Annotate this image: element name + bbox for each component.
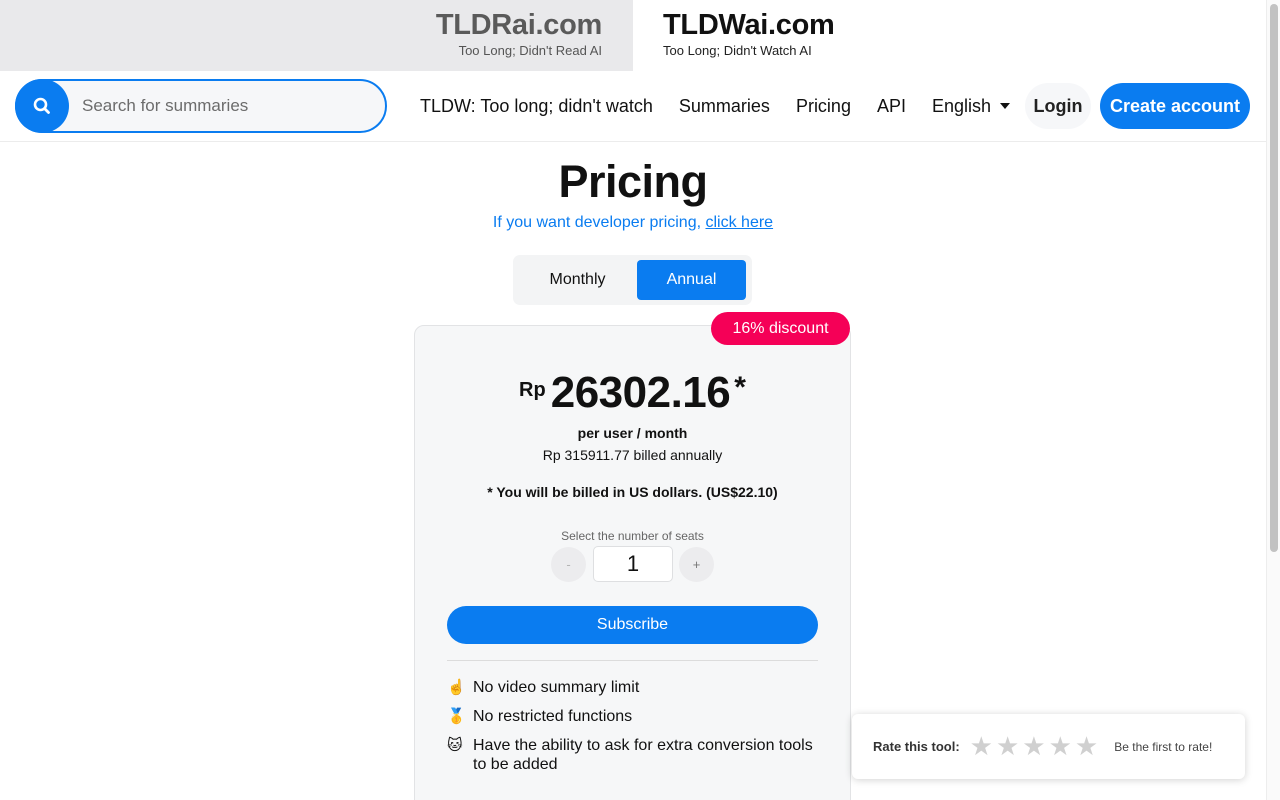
search-input[interactable] — [82, 96, 372, 116]
seats-input[interactable] — [593, 546, 673, 582]
discount-badge: 16% discount — [711, 312, 850, 345]
nav-link-api[interactable]: API — [877, 96, 906, 117]
page-scrollbar[interactable] — [1266, 0, 1280, 800]
feature-text: Have the ability to ask for extra conver… — [473, 737, 813, 773]
price-period: per user / month — [577, 425, 688, 441]
developer-pricing-text: If you want developer pricing, — [492, 214, 706, 231]
star-icon[interactable]: ★ — [1075, 734, 1098, 760]
subscribe-button[interactable]: Subscribe — [447, 606, 818, 644]
rating-widget: Rate this tool: ★ ★ ★ ★ ★ Be the first t… — [852, 714, 1245, 779]
feature-text: No video summary limit — [473, 679, 640, 696]
search-icon — [33, 97, 50, 114]
language-dropdown[interactable]: English — [931, 96, 1011, 117]
star-icon[interactable]: ★ — [996, 734, 1019, 760]
seats-increment-button[interactable]: + — [679, 547, 714, 582]
feature-item: 🐱 Have the ability to ask for extra conv… — [447, 736, 819, 774]
star-icon[interactable]: ★ — [1022, 734, 1045, 760]
price-amount: 26302.16 — [550, 368, 731, 417]
price: Rp 26302.16 * — [414, 368, 851, 418]
billing-monthly-option[interactable]: Monthly — [518, 260, 637, 300]
site-switcher: TLDRai.com Too Long; Didn't Read AI TLDW… — [0, 0, 1266, 71]
site-tab-tldwai[interactable]: TLDWai.com Too Long; Didn't Watch AI — [633, 0, 1266, 71]
divider — [447, 660, 818, 661]
pointing-up-icon: ☝️ — [447, 678, 466, 696]
price-currency: Rp — [519, 379, 546, 401]
nav-links: TLDW: Too long; didn't watch Summaries P… — [420, 71, 1011, 142]
price-asterisk: * — [734, 371, 746, 404]
create-account-button[interactable]: Create account — [1100, 83, 1250, 129]
search-button[interactable] — [15, 79, 69, 133]
site-tab-name: TLDWai.com — [663, 9, 835, 41]
developer-pricing-note: If you want developer pricing, click her… — [0, 214, 1266, 232]
feature-item: 🥇 No restricted functions — [447, 707, 819, 726]
feature-text: No restricted functions — [473, 708, 633, 725]
site-tab-subtitle: Too Long; Didn't Watch AI — [663, 43, 812, 58]
scrollbar-thumb[interactable] — [1270, 4, 1278, 552]
nav-link-summaries[interactable]: Summaries — [679, 96, 770, 117]
cat-icon: 🐱 — [447, 736, 463, 754]
billing-annual-option[interactable]: Annual — [637, 260, 746, 300]
login-button[interactable]: Login — [1025, 83, 1091, 129]
nav-link-tldw[interactable]: TLDW: Too long; didn't watch — [420, 96, 653, 117]
rating-stars: ★ ★ ★ ★ ★ — [970, 734, 1102, 760]
usd-billing-note: * You will be billed in US dollars. (US$… — [487, 484, 778, 500]
star-icon[interactable]: ★ — [970, 734, 993, 760]
medal-icon: 🥇 — [447, 707, 466, 725]
site-tab-tldrai[interactable]: TLDRai.com Too Long; Didn't Read AI — [0, 0, 633, 71]
site-tab-name: TLDRai.com — [435, 9, 602, 41]
feature-item: ☝️ No video summary limit — [447, 678, 819, 697]
rating-label: Rate this tool: — [873, 739, 960, 754]
seats-label: Select the number of seats — [561, 529, 704, 543]
navbar: TLDW: Too long; didn't watch Summaries P… — [0, 71, 1266, 142]
billing-toggle: Monthly Annual — [513, 255, 752, 305]
nav-link-pricing[interactable]: Pricing — [796, 96, 851, 117]
site-tab-subtitle: Too Long; Didn't Read AI — [458, 43, 602, 58]
rating-note: Be the first to rate! — [1114, 739, 1213, 754]
billed-annually-text: Rp 315911.77 billed annually — [542, 447, 723, 463]
search-bar — [15, 79, 387, 133]
page-title: Pricing — [558, 156, 708, 207]
caret-down-icon — [1000, 102, 1011, 109]
seats-decrement-button[interactable]: - — [551, 547, 586, 582]
star-icon[interactable]: ★ — [1049, 734, 1072, 760]
developer-pricing-link[interactable]: click here — [705, 214, 773, 231]
language-label: English — [931, 96, 992, 116]
